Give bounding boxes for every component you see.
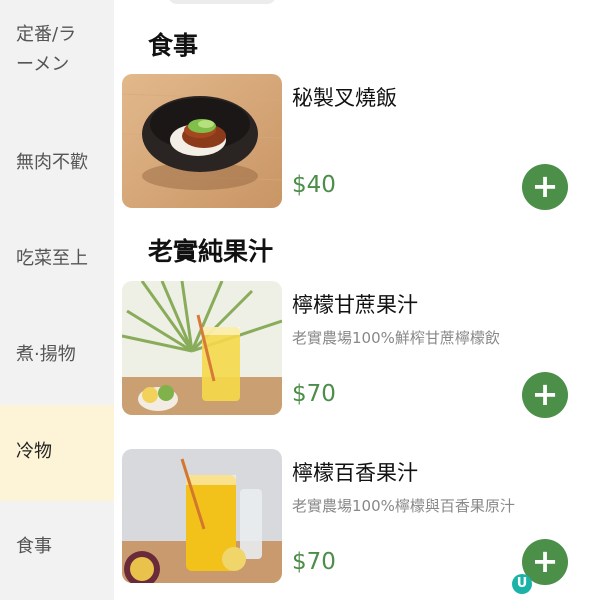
sidebar-item-meat[interactable]: 無肉不歡 — [0, 148, 114, 184]
u-badge-icon: U — [512, 574, 532, 594]
sidebar-item-cold-dishes[interactable]: 冷物 — [0, 405, 114, 501]
top-search-pill[interactable] — [168, 0, 276, 4]
menu-item-card[interactable]: 檸檬百香果汁 老實農場100%檸檬與百香果原汁 $70 + — [122, 449, 600, 585]
sidebar-item-meals[interactable]: 食事 — [0, 532, 114, 568]
section-title-juice: 老實純果汁 — [148, 237, 274, 266]
menu-item-card[interactable]: 秘製叉燒飯 $40 + — [122, 74, 600, 210]
sidebar-item-fried[interactable]: 煮·揚物 — [0, 340, 114, 376]
section-title-meals: 食事 — [148, 31, 199, 60]
item-price: $70 — [292, 549, 336, 575]
item-name: 秘製叉燒飯 — [292, 86, 397, 110]
item-photo-rice-bowl — [122, 74, 282, 208]
category-sidebar: 定番/ラ ーメン 無肉不歡 吃菜至上 煮·揚物 冷物 食事 — [0, 0, 114, 600]
add-to-cart-button[interactable]: + — [522, 164, 568, 210]
item-description: 老實農場100%鮮榨甘蔗檸檬飲 — [292, 329, 500, 347]
plus-icon: + — [531, 542, 559, 580]
item-name: 檸檬百香果汁 — [292, 461, 418, 485]
item-description: 老實農場100%檸檬與百香果原汁 — [292, 497, 515, 515]
item-name: 檸檬甘蔗果汁 — [292, 293, 418, 317]
item-price: $70 — [292, 381, 336, 407]
plus-icon: + — [531, 167, 559, 205]
add-to-cart-button[interactable]: + — [522, 372, 568, 418]
sidebar-item-ramen[interactable]: 定番/ラ ーメン — [0, 20, 114, 90]
sidebar-item-vegetables[interactable]: 吃菜至上 — [0, 244, 114, 280]
plus-icon: + — [531, 375, 559, 413]
item-photo-lemon-sugarcane-juice — [122, 281, 282, 415]
item-photo-lemon-passionfruit-juice — [122, 449, 282, 583]
item-price: $40 — [292, 172, 336, 198]
menu-item-card[interactable]: 檸檬甘蔗果汁 老實農場100%鮮榨甘蔗檸檬飲 $70 + — [122, 281, 600, 418]
